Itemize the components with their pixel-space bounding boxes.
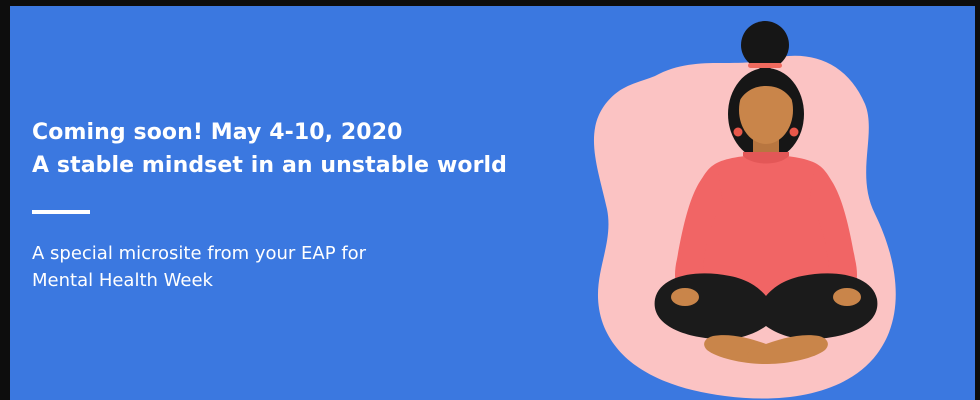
divider-line [32,210,90,214]
subtext: A special microsite from your EAP for Me… [32,240,572,294]
hair-bun [741,21,789,69]
headline-date: Coming soon! May 4-10, 2020 [32,120,403,145]
right-earring [789,127,799,137]
headline-title: A stable mindset in an unstable world [32,153,508,178]
left-earring [733,127,743,137]
banner-text: Coming soon! May 4-10, 2020 A stable min… [32,116,572,294]
right-hand [833,288,861,306]
promo-banner: Coming soon! May 4-10, 2020 A stable min… [0,0,980,400]
headline: Coming soon! May 4-10, 2020 A stable min… [32,116,572,182]
hair-tie [748,63,782,68]
left-hand [671,288,699,306]
subtext-line-2: Mental Health Week [32,270,213,291]
subtext-line-1: A special microsite from your EAP for [32,243,367,264]
meditating-woman-illustration [593,21,896,399]
